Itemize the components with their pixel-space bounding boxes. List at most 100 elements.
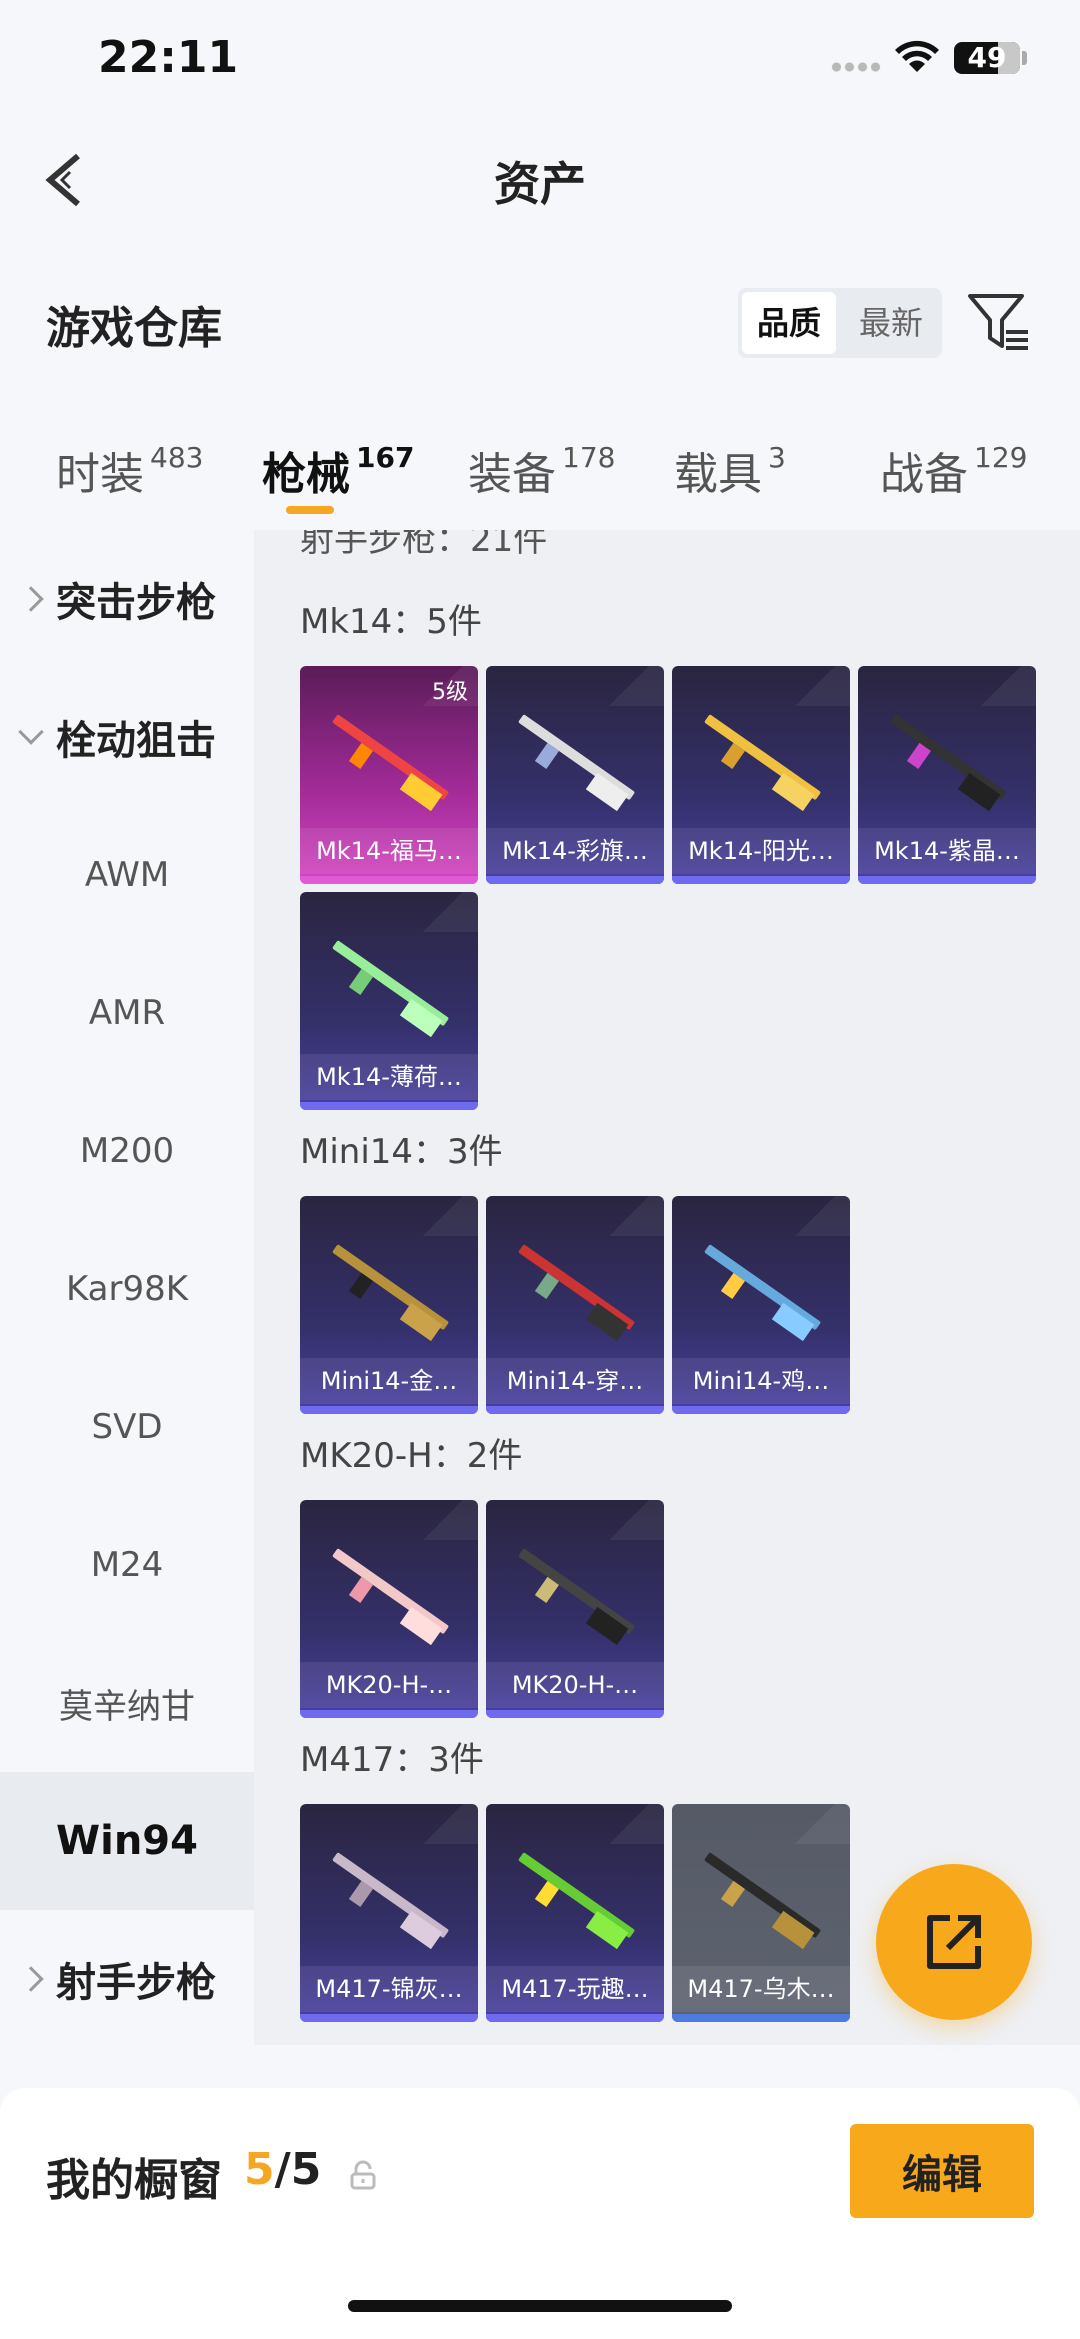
tab-count: 178	[562, 441, 616, 474]
rifle-icon	[704, 1852, 821, 1950]
rifle-icon	[332, 714, 449, 812]
showcase-count: 5/5	[244, 2144, 321, 2195]
tab-firearms[interactable]: 枪械 167	[262, 438, 414, 502]
battery-icon: 49	[954, 42, 1020, 74]
weapon-name: M417-乌木…	[672, 1966, 850, 2012]
group-heading-m417: M417：3件	[300, 1740, 484, 1780]
tab-count: 3	[768, 441, 786, 474]
weapon-card[interactable]: Mini14-鸡…	[672, 1196, 850, 1414]
edit-button[interactable]: 编辑	[850, 2124, 1034, 2218]
weapon-card[interactable]: 5级 Mk14-福马…	[300, 666, 478, 884]
showcase-count-current: 5	[244, 2144, 275, 2195]
category-heading: 射手步枪：21件	[300, 530, 548, 560]
share-icon	[927, 1915, 981, 1969]
sidebar-group-bolt-sniper[interactable]: 栓动狙击	[0, 668, 254, 806]
tab-count: 129	[974, 441, 1028, 474]
weapon-card[interactable]: Mk14-薄荷…	[300, 892, 478, 1110]
weapon-card[interactable]: Mini14-金…	[300, 1196, 478, 1414]
home-indicator	[348, 2300, 732, 2312]
page-title: 资产	[494, 157, 586, 211]
weapon-type-sidebar: 突击步枪 栓动狙击 AWM AMR M200 Kar98K SVD M24 莫辛…	[0, 530, 254, 2045]
weapon-name: Mk14-阳光…	[672, 828, 850, 874]
sort-quality-option[interactable]: 品质	[742, 292, 836, 354]
rifle-icon	[704, 1244, 821, 1342]
weapon-card[interactable]: MK20-H-…	[300, 1500, 478, 1718]
chevron-right-icon	[18, 586, 44, 612]
weapon-card[interactable]: Mini14-穿…	[486, 1196, 664, 1414]
rifle-icon	[332, 1244, 449, 1342]
wifi-icon	[895, 40, 939, 72]
weapon-name: MK20-H-…	[300, 1662, 478, 1708]
rifle-icon	[518, 1852, 635, 1950]
weapon-card[interactable]: Mk14-彩旗…	[486, 666, 664, 884]
sidebar-group-label: 突击步枪	[56, 580, 216, 626]
weapon-name: Mini14-金…	[300, 1358, 478, 1404]
lock-icon	[350, 2160, 376, 2190]
level-badge: 5级	[432, 680, 468, 705]
weapon-card[interactable]: MK20-H-…	[486, 1500, 664, 1718]
tab-fashion[interactable]: 时装 483	[56, 438, 203, 502]
weapon-card[interactable]: M417-乌木…	[672, 1804, 850, 2022]
rifle-icon	[332, 940, 449, 1038]
group-heading-mk20h: MK20-H：2件	[300, 1436, 523, 1476]
sidebar-group-label: 栓动狙击	[56, 718, 216, 764]
weapon-name: Mini14-穿…	[486, 1358, 664, 1404]
weapon-name: Mini14-鸡…	[672, 1358, 850, 1404]
weapon-card[interactable]: Mk14-阳光…	[672, 666, 850, 884]
sidebar-item-amr[interactable]: AMR	[0, 944, 254, 1082]
weapon-name: Mk14-薄荷…	[300, 1054, 478, 1100]
sidebar-item-m24[interactable]: M24	[0, 1496, 254, 1634]
weapon-card[interactable]: M417-锦灰…	[300, 1804, 478, 2022]
weapon-name: Mk14-福马…	[300, 828, 478, 874]
weapon-name: Mk14-彩旗…	[486, 828, 664, 874]
sort-latest-option[interactable]: 最新	[844, 292, 938, 354]
rifle-icon	[518, 714, 635, 812]
sidebar-item-kar98k[interactable]: Kar98K	[0, 1220, 254, 1358]
sidebar-group-assault-rifle[interactable]: 突击步枪	[0, 530, 254, 668]
tab-vehicles[interactable]: 载具 3	[674, 438, 786, 502]
tab-label: 时装	[56, 449, 144, 500]
status-time: 22:11	[98, 32, 239, 83]
sidebar-item-mosin[interactable]: 莫辛纳甘	[0, 1634, 254, 1772]
signal-icon	[830, 62, 882, 72]
sidebar-item-svd[interactable]: SVD	[0, 1358, 254, 1496]
sort-toggle[interactable]: 品质 最新	[738, 288, 942, 358]
filter-icon[interactable]	[966, 290, 1032, 356]
showcase-title: 我的橱窗	[46, 2155, 222, 2206]
showcase-panel: 我的橱窗 5/5 编辑	[0, 2088, 1080, 2339]
warehouse-title: 游戏仓库	[46, 303, 222, 354]
tab-equipment[interactable]: 装备 178	[468, 438, 615, 502]
weapon-card[interactable]: Mk14-紫晶…	[858, 666, 1036, 884]
tab-combat-supplies[interactable]: 战备 129	[880, 438, 1027, 502]
sidebar-group-label: 射手步枪	[56, 1960, 216, 2006]
weapon-name: Mk14-紫晶…	[858, 828, 1036, 874]
group-heading-mk14: Mk14：5件	[300, 602, 482, 642]
weapon-name: MK20-H-…	[486, 1662, 664, 1708]
tab-label: 战备	[880, 449, 968, 500]
nav-bar: 资产	[0, 120, 1080, 240]
tab-count: 483	[150, 441, 204, 474]
battery-level: 49	[967, 41, 1007, 74]
sidebar-item-awm[interactable]: AWM	[0, 806, 254, 944]
battery-tip	[1022, 51, 1027, 65]
sidebar-item-m200[interactable]: M200	[0, 1082, 254, 1220]
tab-label: 载具	[674, 449, 762, 500]
chevron-down-icon	[18, 719, 44, 745]
weapon-card[interactable]: M417-玩趣…	[486, 1804, 664, 2022]
weapon-name: M417-玩趣…	[486, 1966, 664, 2012]
showcase-count-total: /5	[274, 2144, 322, 2195]
active-tab-indicator	[286, 506, 334, 514]
rifle-icon	[518, 1548, 635, 1646]
sidebar-group-marksman-rifle[interactable]: 射手步枪	[0, 1910, 254, 2048]
tab-label: 装备	[468, 449, 556, 500]
rifle-icon	[890, 714, 1007, 812]
group-heading-mini14: Mini14：3件	[300, 1132, 503, 1172]
share-button[interactable]	[876, 1864, 1032, 2020]
rifle-icon	[332, 1852, 449, 1950]
status-bar: 22:11 49	[0, 0, 1080, 120]
sidebar-item-win94[interactable]: Win94	[0, 1772, 254, 1910]
category-tabs: 时装 483 枪械 167 装备 178 载具 3 战备 129	[0, 420, 1080, 530]
tab-label: 枪械	[262, 449, 350, 500]
tab-count: 167	[356, 441, 415, 474]
weapon-grid: 射手步枪：21件 Mk14：5件 5级 Mk14-福马… Mk14-彩旗… Mk…	[254, 530, 1080, 2045]
